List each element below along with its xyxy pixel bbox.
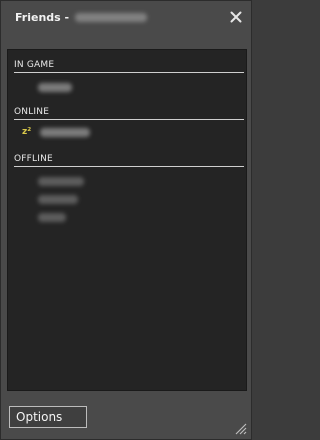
friend-row-offline[interactable]: [14, 174, 242, 188]
friend-name-redacted: [38, 82, 72, 92]
friends-list-panel[interactable]: IN GAME ONLINE z² OFFLINE: [7, 49, 247, 391]
resize-grip-icon[interactable]: [233, 421, 247, 435]
section-header-online: ONLINE: [14, 105, 244, 120]
friend-row-in-game[interactable]: [14, 80, 242, 94]
friend-name-redacted: [38, 176, 84, 186]
window-title-label: Friends -: [15, 11, 70, 24]
options-button[interactable]: Options: [9, 406, 87, 428]
window-title: Friends -: [15, 11, 148, 24]
section-header-in-game: IN GAME: [14, 58, 244, 73]
close-icon: [230, 11, 242, 23]
close-button[interactable]: [227, 8, 245, 26]
friends-window: Friends - IN GAME ONLINE z² OFFLINE Opti…: [0, 0, 252, 440]
section-header-offline: OFFLINE: [14, 152, 244, 167]
friend-row-online[interactable]: z²: [14, 125, 242, 139]
redacted-username: [75, 13, 148, 22]
friend-name-redacted: [38, 212, 66, 222]
away-status-icon: z²: [22, 127, 32, 137]
friend-row-offline[interactable]: [14, 192, 242, 206]
friend-name-redacted: [40, 127, 90, 137]
friend-row-offline[interactable]: [14, 210, 242, 224]
title-bar[interactable]: Friends -: [1, 1, 251, 34]
friend-name-redacted: [38, 194, 78, 204]
